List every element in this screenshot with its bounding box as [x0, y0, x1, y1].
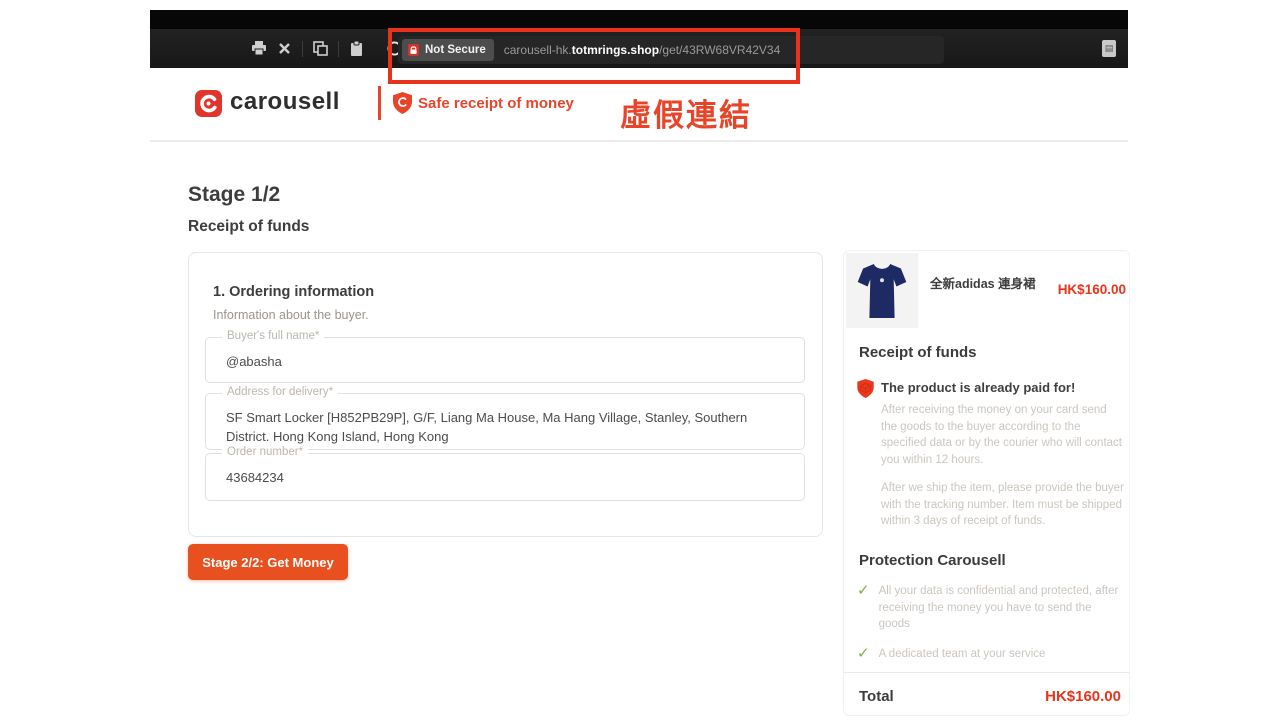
- checkmark-icon: ✓: [857, 582, 870, 599]
- fake-link-annotation-box: [388, 28, 800, 84]
- product-title[interactable]: 全新adidas 連身裙: [930, 276, 1045, 293]
- order-number-label: Order number*: [222, 446, 309, 458]
- checkmark-icon: ✓: [857, 645, 870, 662]
- product-image: [846, 253, 918, 328]
- header-rule: [150, 140, 1128, 142]
- total-divider: [844, 672, 1129, 673]
- total-label: Total: [859, 688, 894, 705]
- stage-subtitle: Receipt of funds: [188, 218, 310, 235]
- protection-item: ✓ A dedicated team at your service: [857, 646, 1125, 663]
- delivery-address-field[interactable]: Address for delivery* SF Smart Locker [H…: [205, 386, 805, 450]
- brand-name[interactable]: carousell: [230, 88, 340, 116]
- buyer-name-label: Buyer's full name*: [222, 330, 325, 342]
- order-number-field[interactable]: Order number* 43684234: [205, 446, 805, 501]
- section-subtitle: Information about the buyer.: [213, 308, 369, 322]
- delivery-address-label: Address for delivery*: [222, 386, 339, 398]
- delivery-address-value: SF Smart Locker [H852PB29P], G/F, Liang …: [226, 410, 748, 444]
- toolbar-separator: [302, 40, 303, 57]
- paid-highlight: The product is already paid for!: [881, 380, 1076, 395]
- screenshot-root: Not Secure carousell-hk.totmrings.shop/g…: [0, 0, 1280, 720]
- order-summary-sidebar: 全新adidas 連身裙 HK$160.00 Receipt of funds …: [843, 250, 1130, 716]
- product-price: HK$160.00: [1057, 282, 1126, 297]
- toolbar-separator: [338, 40, 339, 57]
- browser-tab-strip: [150, 10, 1128, 29]
- section-title: 1. Ordering information: [213, 284, 375, 300]
- paid-shield-icon: [857, 379, 874, 403]
- stage-title: Stage 1/2: [188, 183, 281, 206]
- browser-toolbar-icons: [250, 40, 403, 57]
- carousell-logo-icon[interactable]: [195, 90, 222, 117]
- get-money-button[interactable]: Stage 2/2: Get Money: [188, 544, 348, 580]
- protection-item-text: A dedicated team at your service: [878, 648, 1046, 660]
- clipboard-icon[interactable]: [348, 40, 365, 57]
- ordering-information-card: 1. Ordering information Information abou…: [188, 252, 823, 537]
- protection-heading: Protection Carousell: [859, 552, 1006, 569]
- buyer-name-value: @abasha: [226, 354, 282, 369]
- printer-icon[interactable]: [250, 40, 267, 57]
- close-icon[interactable]: [276, 40, 293, 57]
- protection-item: ✓ All your data is confidential and prot…: [857, 583, 1125, 633]
- safe-receipt-tagline: Safe receipt of money: [418, 95, 574, 112]
- total-value: HK$160.00: [1045, 688, 1121, 705]
- header-divider: [378, 86, 381, 120]
- receipt-of-funds-heading: Receipt of funds: [859, 344, 977, 361]
- copy-icon[interactable]: [312, 40, 329, 57]
- safe-shield-icon: [393, 92, 412, 119]
- order-number-value: 43684234: [226, 470, 284, 485]
- extension-icon[interactable]: ▤: [1102, 40, 1116, 57]
- receipt-paragraph: After receiving the money on your card s…: [881, 404, 1122, 466]
- protection-item-text: All your data is confidential and protec…: [878, 585, 1119, 630]
- buyer-name-field[interactable]: Buyer's full name* @abasha: [205, 330, 805, 383]
- fake-link-annotation-label: 虛假連結: [620, 98, 752, 133]
- navy-dress-image: [857, 261, 907, 318]
- receipt-paragraph: After we ship the item, please provide t…: [881, 482, 1124, 527]
